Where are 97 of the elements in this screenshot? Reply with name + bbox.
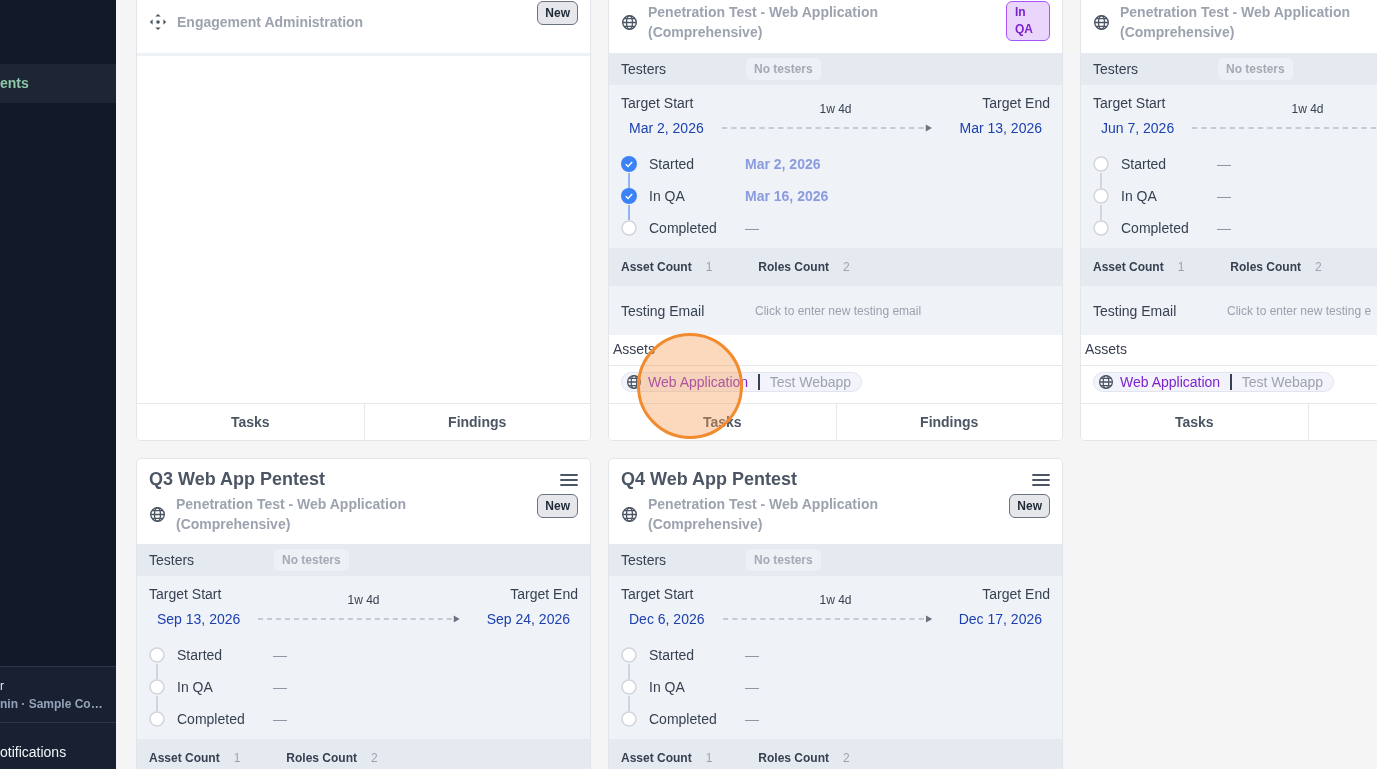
- start-date: Dec 6, 2026: [629, 611, 705, 627]
- milestone-date: —: [273, 679, 287, 695]
- count-value: 2: [371, 751, 378, 765]
- milestone-label: Started: [1121, 156, 1168, 172]
- milestone-label: Completed: [177, 711, 246, 727]
- count-label: Asset Count: [621, 260, 692, 274]
- engagement-type: Penetration Test - Web Application (Comprehensive): [1120, 3, 1351, 42]
- engagement-type: Engagement Administration: [177, 13, 365, 32]
- count-label: Asset Count: [1093, 260, 1164, 274]
- nav-item[interactable]: ents: [0, 64, 116, 103]
- start-date: Sep 13, 2026: [157, 611, 241, 627]
- start-date: Mar 2, 2026: [629, 120, 704, 136]
- globe-icon: [1098, 374, 1114, 390]
- count-value: 1: [1177, 260, 1185, 274]
- count-label: Roles Count: [758, 751, 830, 765]
- count-value: 2: [843, 751, 850, 765]
- globe-icon: [149, 505, 166, 523]
- milestone-label: Completed: [649, 220, 718, 236]
- milestone-label: In QA: [649, 679, 686, 695]
- count-value: 1: [233, 751, 241, 765]
- milestone-date: —: [745, 220, 759, 236]
- status-badge: New: [537, 1, 578, 25]
- milestone-label: Started: [177, 647, 224, 663]
- milestone-label: In QA: [649, 188, 686, 204]
- duration: 1w 4d: [1291, 102, 1324, 116]
- notifications-link[interactable]: otifications: [0, 722, 116, 769]
- milestone-date: Mar 16, 2026: [745, 188, 829, 204]
- start-date: Jun 7, 2026: [1101, 120, 1175, 136]
- count-label: Asset Count: [149, 751, 220, 765]
- milestone-date: —: [745, 647, 759, 663]
- testers-label: Testers: [1093, 61, 1140, 77]
- tab-button[interactable]: Findings: [363, 404, 590, 440]
- count-label: Roles Count: [758, 260, 830, 274]
- testers-value: No testers: [746, 58, 821, 80]
- status-badge: In QA: [1006, 1, 1050, 41]
- testers-value: No testers: [274, 549, 349, 571]
- duration: 1w 4d: [819, 593, 852, 607]
- milestone-date: —: [1217, 220, 1231, 236]
- milestone-label: Started: [649, 156, 696, 172]
- engagement-type: Penetration Test - Web Application (Comprehensive): [176, 495, 407, 534]
- start-label: Target Start: [621, 95, 695, 111]
- asset-chip[interactable]: Web Application Test Webapp: [1093, 372, 1335, 392]
- count-label: Roles Count: [1230, 260, 1302, 274]
- milestone-label: Completed: [649, 711, 718, 727]
- testers-value: No testers: [1218, 58, 1293, 80]
- count-value: 2: [1315, 260, 1322, 274]
- milestone-date: —: [273, 711, 287, 727]
- status-badge: New: [1009, 494, 1050, 518]
- card-title: Q3 Web App Pentest: [149, 469, 326, 490]
- tab-button[interactable]: Findings: [835, 404, 1062, 440]
- email-label: Testing Email: [1093, 302, 1178, 319]
- assets-label: Assets: [1081, 335, 1377, 366]
- testers-value: No testers: [746, 549, 821, 571]
- milestone-date: —: [1217, 156, 1231, 172]
- globe-icon: [621, 505, 638, 523]
- start-label: Target Start: [1093, 95, 1167, 111]
- count-label: Roles Count: [286, 751, 358, 765]
- move-icon: [149, 13, 167, 31]
- globe-icon: [1093, 13, 1110, 31]
- email-label: Testing Email: [621, 302, 706, 319]
- testers-label: Testers: [149, 552, 196, 568]
- milestone-date: —: [745, 679, 759, 695]
- testers-label: Testers: [621, 61, 668, 77]
- user-role: nin · Sample Co…: [0, 696, 104, 711]
- menu-icon[interactable]: [560, 472, 578, 487]
- milestone-date: Mar 2, 2026: [745, 156, 821, 172]
- assets-label: Assets: [609, 335, 1062, 366]
- start-label: Target Start: [621, 586, 695, 602]
- milestone-label: In QA: [1121, 188, 1158, 204]
- globe-icon: [621, 13, 638, 31]
- engagement-type: Penetration Test - Web Application (Comprehensive): [648, 495, 879, 534]
- milestone-date: —: [745, 711, 759, 727]
- end-label: Target End: [510, 586, 578, 602]
- start-label: Target Start: [149, 586, 223, 602]
- milestone-date: —: [1217, 188, 1231, 204]
- globe-icon: [626, 374, 642, 390]
- count-value: 2: [843, 260, 850, 274]
- milestone-label: In QA: [177, 679, 214, 695]
- end-label: Target End: [982, 95, 1050, 111]
- end-label: Target End: [982, 586, 1050, 602]
- milestone-label: Completed: [1121, 220, 1190, 236]
- milestone-label: Started: [649, 647, 696, 663]
- count-value: 1: [705, 751, 713, 765]
- end-date: Dec 17, 2026: [958, 611, 1042, 627]
- count-label: Asset Count: [621, 751, 692, 765]
- engagement-type: Penetration Test - Web Application (Comprehensive): [648, 3, 879, 42]
- status-badge: New: [537, 494, 578, 518]
- duration: 1w 4d: [347, 593, 380, 607]
- end-date: Mar 13, 2026: [959, 120, 1042, 136]
- end-date: Sep 24, 2026: [486, 611, 570, 627]
- user-name: r: [0, 678, 5, 693]
- milestone-date: —: [273, 647, 287, 663]
- count-value: 1: [705, 260, 713, 274]
- testers-label: Testers: [621, 552, 668, 568]
- card-title: Q4 Web App Pentest: [621, 469, 798, 490]
- menu-icon[interactable]: [1032, 472, 1050, 487]
- duration: 1w 4d: [819, 102, 852, 116]
